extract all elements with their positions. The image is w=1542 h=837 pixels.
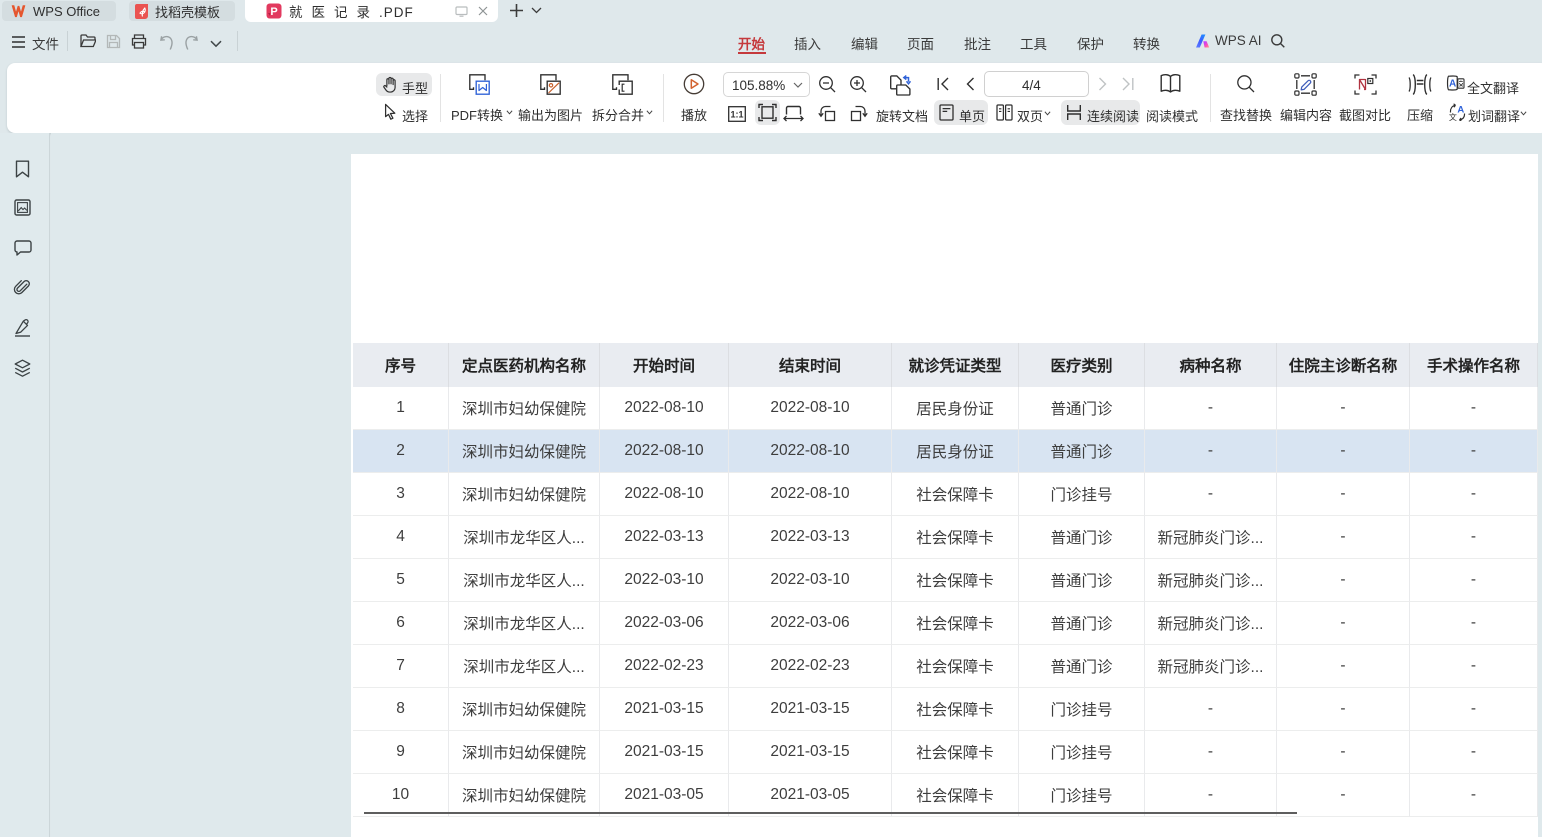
svg-text:P: P: [270, 6, 277, 18]
svg-text:A: A: [1457, 105, 1464, 116]
svg-text:1:1: 1:1: [730, 110, 743, 120]
svg-text:A: A: [1449, 79, 1456, 90]
svg-text:文: 文: [1449, 112, 1457, 121]
